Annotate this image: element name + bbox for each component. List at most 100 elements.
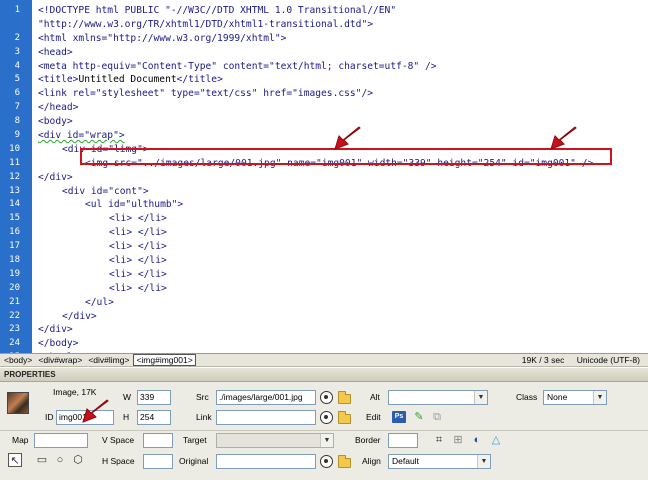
circle-hotspot-icon[interactable]: ○ xyxy=(53,453,67,467)
code-line[interactable]: 24 </body> xyxy=(0,337,648,351)
code-line[interactable]: 13 <div id="cont"> xyxy=(0,185,648,199)
border-field[interactable] xyxy=(388,433,418,448)
crop-tool-icon[interactable]: ⌗ xyxy=(432,433,446,447)
code-line[interactable]: 15 <li> </li> xyxy=(0,212,648,226)
code-token: </ul> xyxy=(85,296,114,308)
code-text: <!DOCTYPE html PUBLIC "-//W3C//DTD XHTML… xyxy=(38,4,396,18)
folder-icon[interactable] xyxy=(338,455,351,468)
photoshop-edit-icon[interactable]: Ps xyxy=(392,411,406,423)
tag-crumb[interactable]: <div#wrap> xyxy=(36,354,84,366)
width-label: W xyxy=(123,392,132,402)
code-token: </title> xyxy=(176,74,223,86)
code-token: "http://www.w3.org/TR/xhtml1/DTD/xhtml1-… xyxy=(38,18,374,30)
code-line[interactable]: 14 <ul id="ulthumb"> xyxy=(0,198,648,212)
red-arrow-icon xyxy=(550,126,577,150)
code-token: <html xmlns="http://www.w3.org/1999/xhtm… xyxy=(38,32,287,44)
edit-label: Edit xyxy=(366,412,381,422)
code-line[interactable]: 6 <link rel="stylesheet" type="text/css" … xyxy=(0,87,648,101)
line-number: 14 xyxy=(9,199,20,210)
code-text: </body> xyxy=(38,337,78,351)
code-line[interactable]: 12 </div> xyxy=(0,171,648,185)
code-text: <title>Untitled Document</title> xyxy=(38,73,223,87)
crop-icon[interactable]: ⧉ xyxy=(430,410,444,424)
map-field[interactable] xyxy=(34,433,88,448)
code-line[interactable]: 18 <li> </li> xyxy=(0,254,648,268)
tag-crumb[interactable]: <img#img001> xyxy=(133,354,196,366)
code-line[interactable]: 20 <li> </li> xyxy=(0,282,648,296)
code-line[interactable]: 7 </head> xyxy=(0,101,648,115)
code-token: </div> xyxy=(38,324,73,336)
code-line[interactable]: 17 <li> </li> xyxy=(0,240,648,254)
code-line[interactable]: 2 <html xmlns="http://www.w3.org/1999/xht… xyxy=(0,32,648,46)
target-select[interactable]: ▼ xyxy=(216,433,334,448)
code-token: <li> </li> xyxy=(109,282,167,294)
code-token: <meta http-equiv="Content-Type" content=… xyxy=(38,60,437,72)
code-line[interactable]: 1 <!DOCTYPE html PUBLIC "-//W3C//DTD XHTM… xyxy=(0,4,648,18)
alt-field[interactable]: ▼ xyxy=(388,390,488,405)
tag-crumb[interactable]: <body> xyxy=(2,354,34,366)
original-field[interactable] xyxy=(216,454,316,469)
line-number: 10 xyxy=(9,143,20,154)
rectangle-hotspot-icon[interactable]: ▭ xyxy=(35,453,49,467)
code-text: "http://www.w3.org/TR/xhtml1/DTD/xhtml1-… xyxy=(38,18,373,32)
code-text: </ul> xyxy=(85,296,114,310)
align-value: Default xyxy=(392,456,419,466)
line-number: 18 xyxy=(9,255,20,266)
code-line[interactable]: 4 <meta http-equiv="Content-Type" content… xyxy=(0,60,648,74)
chevron-down-icon: ▼ xyxy=(320,434,333,447)
sharpen-icon[interactable]: △ xyxy=(489,433,503,447)
brightness-contrast-icon[interactable]: ◐ xyxy=(470,433,484,447)
hspace-field[interactable] xyxy=(143,454,173,469)
map-label: Map xyxy=(12,435,29,445)
polygon-hotspot-icon[interactable]: ⬡ xyxy=(71,453,85,467)
code-line[interactable]: 3 <head> xyxy=(0,46,648,60)
src-field[interactable]: ./images/large/001.jpg xyxy=(216,390,316,405)
point-to-file-icon[interactable] xyxy=(320,411,333,424)
properties-panel-header[interactable]: PROPERTIES xyxy=(0,368,648,382)
optimize-icon[interactable]: ✎ xyxy=(412,410,426,424)
vspace-field[interactable] xyxy=(143,433,173,448)
code-line[interactable]: 16 <li> </li> xyxy=(0,226,648,240)
folder-icon[interactable] xyxy=(338,391,351,404)
code-line[interactable]: 22 </div> xyxy=(0,310,648,324)
tag-breadcrumb: <body> <div#wrap> <div#limg> <img#img001> xyxy=(2,354,198,366)
code-token: <li> </li> xyxy=(109,241,167,253)
width-field[interactable]: 339 xyxy=(137,390,171,405)
code-line[interactable]: 23 </div> xyxy=(0,323,648,337)
code-token: <!DOCTYPE html PUBLIC "-//W3C//DTD XHTML… xyxy=(38,5,397,16)
class-value: None xyxy=(547,392,568,402)
point-to-file-icon[interactable] xyxy=(320,391,333,404)
tag-selector-bar: <body> <div#wrap> <div#limg> <img#img001> 1… xyxy=(0,353,648,367)
code-text: <li> </li> xyxy=(109,212,167,226)
code-line[interactable]: "http://www.w3.org/TR/xhtml1/DTD/xhtml1-… xyxy=(0,18,648,32)
point-to-file-icon[interactable] xyxy=(320,455,333,468)
line-number: 5 xyxy=(14,74,20,85)
code-text: <meta http-equiv="Content-Type" content=… xyxy=(38,60,437,74)
code-token: <link rel="stylesheet" type="text/css" h… xyxy=(38,88,374,100)
code-line[interactable]: 5 <title>Untitled Document</title> xyxy=(0,73,648,87)
height-field[interactable]: 254 xyxy=(137,410,171,425)
class-label: Class xyxy=(516,392,538,402)
resample-icon[interactable]: ⊞ xyxy=(451,433,465,447)
code-token: </head> xyxy=(38,102,79,114)
code-token: <li> </li> xyxy=(109,213,167,225)
link-field[interactable] xyxy=(216,410,316,425)
red-arrow-icon xyxy=(334,126,361,150)
tag-crumb[interactable]: <div#limg> xyxy=(86,354,131,366)
image-info-label: Image, 17K xyxy=(53,387,97,397)
line-number: 12 xyxy=(9,171,20,182)
code-line[interactable]: 19 <li> </li> xyxy=(0,268,648,282)
code-line[interactable]: 21 </ul> xyxy=(0,296,648,310)
panel-divider xyxy=(0,430,648,431)
class-select[interactable]: None ▼ xyxy=(543,390,607,405)
folder-icon[interactable] xyxy=(338,411,351,424)
code-token: <li> </li> xyxy=(109,268,167,280)
code-text: </div> xyxy=(38,171,73,185)
line-number: 6 xyxy=(14,88,20,99)
code-editor[interactable]: 1 <!DOCTYPE html PUBLIC "-//W3C//DTD XHTM… xyxy=(0,0,648,353)
code-token: <div id="wrap"> xyxy=(38,130,125,142)
pointer-hotspot-icon[interactable]: ↖ xyxy=(8,453,22,467)
chevron-down-icon: ▼ xyxy=(593,391,606,404)
code-token: <head> xyxy=(38,46,73,58)
align-select[interactable]: Default ▼ xyxy=(388,454,491,469)
